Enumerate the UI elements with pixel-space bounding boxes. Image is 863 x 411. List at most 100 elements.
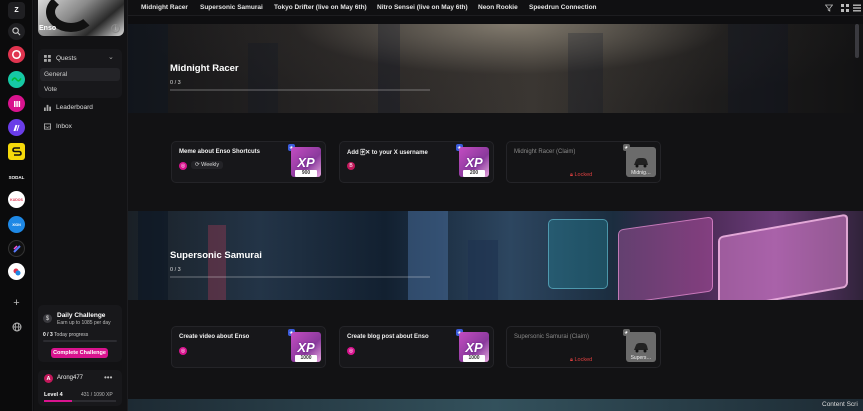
sidebar-item-inbox[interactable]: Inbox — [43, 122, 72, 130]
inbox-label: Inbox — [56, 122, 72, 130]
car-icon — [634, 343, 648, 353]
quest-card-locked: Supersonic Samurai (Claim) ◈ Supers… 🔒︎ … — [506, 326, 661, 368]
daily-progress-count: 0 / 3 — [43, 332, 53, 338]
quest-card[interactable]: Create video about Enso ◎ ◈ XP1000 — [171, 326, 326, 368]
quest-group-banner-midnight-racer: Midnight Racer 0 / 3 — [128, 24, 863, 113]
quest-card[interactable]: Create blog post about Enso ◎ ◈ XP1000 — [339, 326, 494, 368]
xp-reward-thumbnail: XP 1000 — [459, 332, 489, 362]
quest-group-progress-bar — [170, 89, 430, 91]
lock-icon: 🔒︎ — [570, 357, 573, 363]
add-icon: + — [13, 296, 20, 309]
quest-group-progress-bar — [170, 276, 430, 278]
tab-speedrun-connection[interactable]: Speedrun Connection — [529, 4, 597, 11]
car-icon — [634, 158, 648, 168]
daily-subtitle: Earn up to 1085 per day — [57, 320, 111, 326]
community-name: Enso — [39, 25, 57, 32]
app-logo[interactable]: Z — [8, 2, 25, 19]
scrollbar-thumb[interactable] — [855, 24, 859, 58]
tab-neon-rookie[interactable]: Neon Rookie — [478, 4, 518, 11]
quests-menu-header[interactable]: Quests — [43, 54, 77, 62]
xp-label: XP — [297, 339, 315, 355]
info-icon[interactable]: i — [111, 24, 120, 33]
xp-label: XP — [297, 154, 315, 170]
claim-thumbnail: Supers… — [626, 332, 656, 362]
list-view-icon[interactable] — [852, 3, 862, 13]
daily-title: Daily Challenge — [57, 312, 106, 319]
quest-title: Add 🀄︎✕ to your X username — [347, 150, 428, 156]
community-icon-7[interactable] — [8, 263, 25, 280]
search-icon[interactable] — [8, 23, 25, 40]
community-icon-3[interactable] — [8, 95, 25, 112]
leaderboard-label: Leaderboard — [56, 103, 93, 111]
sidebar-item-leaderboard[interactable]: Leaderboard — [43, 103, 93, 111]
app-logo-glyph: Z — [14, 7, 19, 14]
community-icon-4[interactable] — [8, 119, 25, 136]
add-community-button[interactable]: + — [8, 294, 25, 311]
xp-points: 200 — [463, 170, 485, 177]
user-xp: 431 / 1090 XP — [81, 392, 113, 398]
kudos-label: KUDOS — [10, 197, 23, 202]
quest-type-icon: ◎ — [347, 347, 355, 355]
community-icon-6[interactable] — [8, 240, 25, 257]
xp-points: 1000 — [463, 355, 485, 362]
leaderboard-icon — [43, 103, 51, 111]
sodal-community[interactable]: SODAL — [7, 169, 26, 186]
xp-reward-thumbnail: XP 900 — [291, 147, 321, 177]
xp-reward-thumbnail: XP 200 — [459, 147, 489, 177]
dollar-icon: $ — [43, 314, 52, 323]
grid-view-icon[interactable] — [840, 3, 850, 13]
quest-cards-row: Meme about Enso Shortcuts ◎ ⟳ Weekly ◈ X… — [128, 113, 863, 211]
quest-group-banner-supersonic-samurai: Supersonic Samurai 0 / 3 — [128, 211, 863, 300]
xp-points: 1000 — [295, 355, 317, 362]
chevron-down-icon[interactable]: ⌄ — [108, 53, 114, 61]
community-icon-2[interactable] — [8, 71, 25, 88]
filter-icon[interactable] — [824, 3, 834, 13]
content-script-label: Content Scri — [822, 401, 858, 408]
community-icon-5[interactable] — [8, 143, 25, 160]
quest-title: Create blog post about Enso — [347, 334, 429, 340]
quest-title: Create video about Enso — [179, 334, 250, 340]
quest-card[interactable]: Add 🀄︎✕ to your X username B ◈ XP200 — [339, 141, 494, 183]
quest-tabs-bar: Midnight Racer Supersonic Samurai Tokyo … — [128, 0, 863, 16]
tab-nitro-sensei[interactable]: Nitro Sensei (live on May 6th) — [377, 4, 468, 11]
claim-thumb-label: Supers… — [630, 355, 652, 361]
daily-progress-bar — [43, 340, 117, 342]
quest-card-locked: Midnight Racer (Claim) ◈ Midnig… 🔒︎ Lock… — [506, 141, 661, 183]
weekly-label: Weekly — [201, 162, 220, 168]
locked-status: 🔒︎ Locked — [570, 357, 592, 364]
quest-group-count: 0 / 3 — [170, 80, 181, 86]
complete-challenge-button[interactable]: Complete Challenge — [51, 348, 108, 358]
globe-icon[interactable] — [8, 318, 25, 335]
quest-cards-row: Create video about Enso ◎ ◈ XP1000 Creat… — [128, 300, 863, 399]
quest-type-icon: ◎ — [179, 347, 187, 355]
communities-rail: Z SODAL KUDOS XION + — [0, 0, 33, 411]
tab-tokyo-drifter[interactable]: Tokyo Drifter (live on May 6th) — [274, 4, 367, 11]
xion-community[interactable]: XION — [8, 216, 25, 233]
avatar[interactable]: A — [44, 374, 53, 383]
xion-label: XION — [12, 222, 21, 227]
scrollbar[interactable] — [855, 24, 859, 394]
sidebar-item-vote[interactable]: Vote — [40, 83, 120, 96]
user-card: A Arong477 ••• Level 4 431 / 1090 XP — [38, 370, 122, 406]
community-icon-1[interactable] — [8, 46, 25, 63]
tab-midnight-racer[interactable]: Midnight Racer — [141, 4, 188, 11]
tab-supersonic-samurai[interactable]: Supersonic Samurai — [200, 4, 263, 11]
info-glyph: i — [114, 25, 117, 32]
more-icon[interactable]: ••• — [104, 373, 112, 382]
xp-reward-thumbnail: XP 1000 — [291, 332, 321, 362]
username: Arong477 — [57, 375, 84, 381]
daily-progress-label: Today progress — [54, 332, 89, 338]
locked-label: Locked — [574, 172, 593, 178]
locked-label: Locked — [574, 357, 593, 363]
quest-group-banner-next — [128, 399, 863, 411]
inbox-icon — [43, 122, 51, 130]
daily-progress-text: 0 / 3 Today progress — [43, 332, 88, 338]
quest-card[interactable]: Meme about Enso Shortcuts ◎ ⟳ Weekly ◈ X… — [171, 141, 326, 183]
quests-label: Quests — [56, 54, 77, 62]
kudos-community[interactable]: KUDOS — [8, 191, 25, 208]
quest-title: Meme about Enso Shortcuts — [179, 149, 261, 155]
quest-group-title: Midnight Racer — [170, 63, 239, 74]
quest-group-count: 0 / 3 — [170, 267, 181, 273]
sidebar-item-general[interactable]: General — [40, 68, 120, 81]
grid-icon — [43, 54, 51, 62]
